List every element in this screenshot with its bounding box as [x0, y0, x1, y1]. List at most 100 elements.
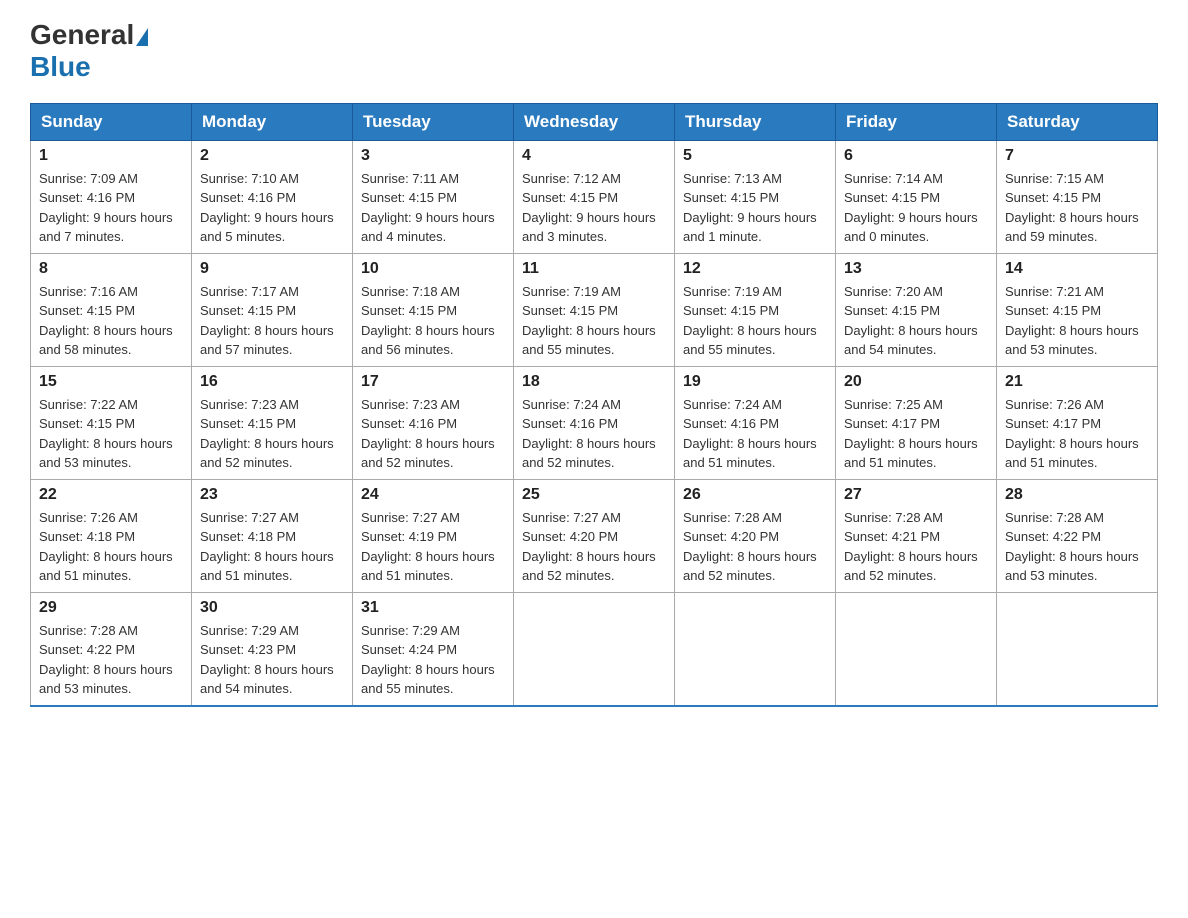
day-info: Sunrise: 7:11 AMSunset: 4:15 PMDaylight:… — [361, 169, 505, 247]
day-cell-17: 17 Sunrise: 7:23 AMSunset: 4:16 PMDayligh… — [353, 366, 514, 479]
day-number: 2 — [200, 147, 344, 165]
day-cell-19: 19 Sunrise: 7:24 AMSunset: 4:16 PMDayligh… — [675, 366, 836, 479]
day-info: Sunrise: 7:24 AMSunset: 4:16 PMDaylight:… — [522, 395, 666, 473]
day-cell-27: 27 Sunrise: 7:28 AMSunset: 4:21 PMDayligh… — [836, 479, 997, 592]
day-cell-3: 3 Sunrise: 7:11 AMSunset: 4:15 PMDaylight… — [353, 140, 514, 253]
day-info: Sunrise: 7:27 AMSunset: 4:18 PMDaylight:… — [200, 508, 344, 586]
day-number: 18 — [522, 373, 666, 391]
day-number: 1 — [39, 147, 183, 165]
day-number: 17 — [361, 373, 505, 391]
day-cell-9: 9 Sunrise: 7:17 AMSunset: 4:15 PMDaylight… — [192, 253, 353, 366]
day-info: Sunrise: 7:29 AMSunset: 4:23 PMDaylight:… — [200, 621, 344, 699]
day-info: Sunrise: 7:28 AMSunset: 4:22 PMDaylight:… — [1005, 508, 1149, 586]
day-number: 23 — [200, 486, 344, 504]
day-info: Sunrise: 7:09 AMSunset: 4:16 PMDaylight:… — [39, 169, 183, 247]
day-number: 11 — [522, 260, 666, 278]
day-info: Sunrise: 7:23 AMSunset: 4:16 PMDaylight:… — [361, 395, 505, 473]
day-cell-21: 21 Sunrise: 7:26 AMSunset: 4:17 PMDayligh… — [997, 366, 1158, 479]
day-cell-7: 7Sunrise: 7:15 AMSunset: 4:15 PMDaylight… — [997, 140, 1158, 253]
day-cell-26: 26 Sunrise: 7:28 AMSunset: 4:20 PMDayligh… — [675, 479, 836, 592]
empty-cell — [836, 592, 997, 706]
header-monday: Monday — [192, 103, 353, 140]
calendar-header-row: SundayMondayTuesdayWednesdayThursdayFrid… — [31, 103, 1158, 140]
day-info: Sunrise: 7:22 AMSunset: 4:15 PMDaylight:… — [39, 395, 183, 473]
day-number: 13 — [844, 260, 988, 278]
day-info: Sunrise: 7:26 AMSunset: 4:17 PMDaylight:… — [1005, 395, 1149, 473]
day-number: 31 — [361, 599, 505, 617]
day-number: 3 — [361, 147, 505, 165]
day-number: 16 — [200, 373, 344, 391]
day-info: Sunrise: 7:27 AMSunset: 4:20 PMDaylight:… — [522, 508, 666, 586]
week-row-5: 29Sunrise: 7:28 AMSunset: 4:22 PMDayligh… — [31, 592, 1158, 706]
day-info: Sunrise: 7:19 AMSunset: 4:15 PMDaylight:… — [522, 282, 666, 360]
day-info: Sunrise: 7:28 AMSunset: 4:20 PMDaylight:… — [683, 508, 827, 586]
day-number: 30 — [200, 599, 344, 617]
day-cell-18: 18 Sunrise: 7:24 AMSunset: 4:16 PMDayligh… — [514, 366, 675, 479]
day-cell-5: 5 Sunrise: 7:13 AMSunset: 4:15 PMDaylight… — [675, 140, 836, 253]
day-info: Sunrise: 7:21 AMSunset: 4:15 PMDaylight:… — [1005, 282, 1149, 360]
day-cell-23: 23 Sunrise: 7:27 AMSunset: 4:18 PMDayligh… — [192, 479, 353, 592]
day-info: Sunrise: 7:14 AMSunset: 4:15 PMDaylight:… — [844, 169, 988, 247]
day-number: 24 — [361, 486, 505, 504]
day-info: Sunrise: 7:18 AMSunset: 4:15 PMDaylight:… — [361, 282, 505, 360]
day-info: Sunrise: 7:19 AMSunset: 4:15 PMDaylight:… — [683, 282, 827, 360]
day-cell-10: 10 Sunrise: 7:18 AMSunset: 4:15 PMDayligh… — [353, 253, 514, 366]
day-cell-1: 1 Sunrise: 7:09 AMSunset: 4:16 PMDaylight… — [31, 140, 192, 253]
day-info: Sunrise: 7:13 AMSunset: 4:15 PMDaylight:… — [683, 169, 827, 247]
day-cell-24: 24 Sunrise: 7:27 AMSunset: 4:19 PMDayligh… — [353, 479, 514, 592]
header-saturday: Saturday — [997, 103, 1158, 140]
day-info: Sunrise: 7:29 AMSunset: 4:24 PMDaylight:… — [361, 621, 505, 699]
week-row-3: 15Sunrise: 7:22 AMSunset: 4:15 PMDayligh… — [31, 366, 1158, 479]
day-number: 9 — [200, 260, 344, 278]
day-info: Sunrise: 7:26 AMSunset: 4:18 PMDaylight:… — [39, 508, 183, 586]
day-number: 20 — [844, 373, 988, 391]
header-thursday: Thursday — [675, 103, 836, 140]
page-header: General Blue — [30, 20, 1158, 83]
day-cell-2: 2Sunrise: 7:10 AMSunset: 4:16 PMDaylight… — [192, 140, 353, 253]
day-cell-13: 13 Sunrise: 7:20 AMSunset: 4:15 PMDayligh… — [836, 253, 997, 366]
day-cell-22: 22 Sunrise: 7:26 AMSunset: 4:18 PMDayligh… — [31, 479, 192, 592]
day-number: 7 — [1005, 147, 1149, 165]
empty-cell — [997, 592, 1158, 706]
header-tuesday: Tuesday — [353, 103, 514, 140]
day-number: 27 — [844, 486, 988, 504]
day-number: 12 — [683, 260, 827, 278]
week-row-1: 1 Sunrise: 7:09 AMSunset: 4:16 PMDaylight… — [31, 140, 1158, 253]
day-cell-20: 20Sunrise: 7:25 AMSunset: 4:17 PMDayligh… — [836, 366, 997, 479]
day-info: Sunrise: 7:24 AMSunset: 4:16 PMDaylight:… — [683, 395, 827, 473]
day-cell-15: 15Sunrise: 7:22 AMSunset: 4:15 PMDayligh… — [31, 366, 192, 479]
day-number: 21 — [1005, 373, 1149, 391]
calendar-table: SundayMondayTuesdayWednesdayThursdayFrid… — [30, 103, 1158, 707]
day-info: Sunrise: 7:12 AMSunset: 4:15 PMDaylight:… — [522, 169, 666, 247]
day-number: 5 — [683, 147, 827, 165]
day-number: 26 — [683, 486, 827, 504]
day-number: 22 — [39, 486, 183, 504]
day-number: 10 — [361, 260, 505, 278]
day-info: Sunrise: 7:17 AMSunset: 4:15 PMDaylight:… — [200, 282, 344, 360]
header-sunday: Sunday — [31, 103, 192, 140]
day-cell-16: 16 Sunrise: 7:23 AMSunset: 4:15 PMDayligh… — [192, 366, 353, 479]
logo-line1: General — [30, 20, 148, 51]
day-number: 29 — [39, 599, 183, 617]
day-cell-25: 25Sunrise: 7:27 AMSunset: 4:20 PMDayligh… — [514, 479, 675, 592]
day-number: 8 — [39, 260, 183, 278]
day-number: 14 — [1005, 260, 1149, 278]
day-number: 19 — [683, 373, 827, 391]
empty-cell — [675, 592, 836, 706]
day-info: Sunrise: 7:28 AMSunset: 4:21 PMDaylight:… — [844, 508, 988, 586]
day-number: 28 — [1005, 486, 1149, 504]
empty-cell — [514, 592, 675, 706]
day-info: Sunrise: 7:23 AMSunset: 4:15 PMDaylight:… — [200, 395, 344, 473]
day-cell-31: 31 Sunrise: 7:29 AMSunset: 4:24 PMDayligh… — [353, 592, 514, 706]
day-cell-29: 29Sunrise: 7:28 AMSunset: 4:22 PMDayligh… — [31, 592, 192, 706]
day-number: 4 — [522, 147, 666, 165]
day-info: Sunrise: 7:27 AMSunset: 4:19 PMDaylight:… — [361, 508, 505, 586]
logo: General Blue — [30, 20, 148, 83]
day-info: Sunrise: 7:16 AMSunset: 4:15 PMDaylight:… — [39, 282, 183, 360]
header-friday: Friday — [836, 103, 997, 140]
day-cell-8: 8 Sunrise: 7:16 AMSunset: 4:15 PMDaylight… — [31, 253, 192, 366]
logo-line2: Blue — [30, 51, 91, 83]
day-cell-30: 30 Sunrise: 7:29 AMSunset: 4:23 PMDayligh… — [192, 592, 353, 706]
week-row-4: 22 Sunrise: 7:26 AMSunset: 4:18 PMDayligh… — [31, 479, 1158, 592]
day-info: Sunrise: 7:20 AMSunset: 4:15 PMDaylight:… — [844, 282, 988, 360]
